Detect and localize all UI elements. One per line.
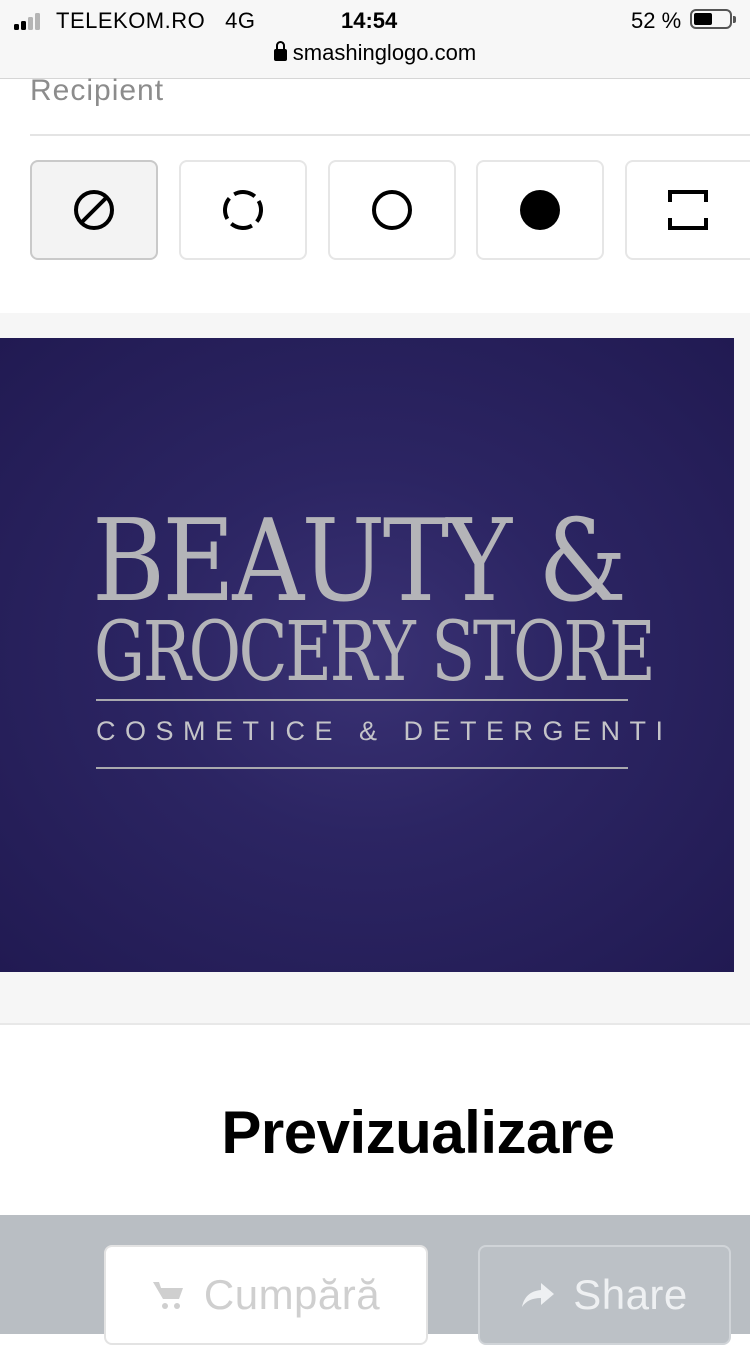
share-button-label: Share	[573, 1271, 688, 1318]
dashed-circle-icon	[223, 190, 263, 230]
logo-line-1: BEAUTY &	[92, 495, 627, 627]
signal-strength-icon	[14, 12, 48, 30]
share-button[interactable]: Share	[478, 1245, 731, 1345]
shape-option-square-frame[interactable]	[625, 160, 750, 260]
logo-rule-top	[96, 699, 628, 701]
buy-button[interactable]: Cumpără	[104, 1245, 428, 1345]
filled-circle-icon	[520, 190, 560, 230]
shape-option-none[interactable]	[30, 160, 158, 260]
buy-button-label: Cumpără	[203, 1271, 381, 1318]
shape-option-circle-outline[interactable]	[328, 160, 456, 260]
circle-outline-icon	[372, 190, 412, 230]
recipient-label: Recipient	[30, 74, 165, 107]
preview-title: Previzualizare	[221, 1099, 615, 1166]
logo-rule-bottom	[96, 767, 628, 769]
url-text: smashinglogo.com	[292, 40, 477, 65]
lock-icon	[273, 41, 287, 61]
shape-option-dashed-circle[interactable]	[179, 160, 307, 260]
cart-icon	[152, 1282, 183, 1309]
share-arrow-icon	[522, 1283, 555, 1307]
logo-line-2: GROCERY STORE	[94, 605, 656, 700]
battery-percentage: 52 %	[631, 8, 682, 33]
square-brackets-icon	[668, 190, 708, 230]
network-type: 4G	[225, 8, 256, 33]
shape-option-filled-circle[interactable]	[476, 160, 604, 260]
none-slash-icon	[74, 190, 114, 230]
battery-icon	[690, 9, 736, 29]
carrier-name: TELEKOM.RO 4G	[56, 8, 256, 33]
logo-tagline: COSMETICE & DETERGENTI	[96, 716, 673, 746]
divider	[30, 134, 750, 136]
status-bar: TELEKOM.RO 4G 14:54 52 % smashinglogo.co…	[0, 0, 750, 79]
clock: 14:54	[341, 8, 398, 33]
address-bar[interactable]: smashinglogo.com	[0, 40, 750, 70]
